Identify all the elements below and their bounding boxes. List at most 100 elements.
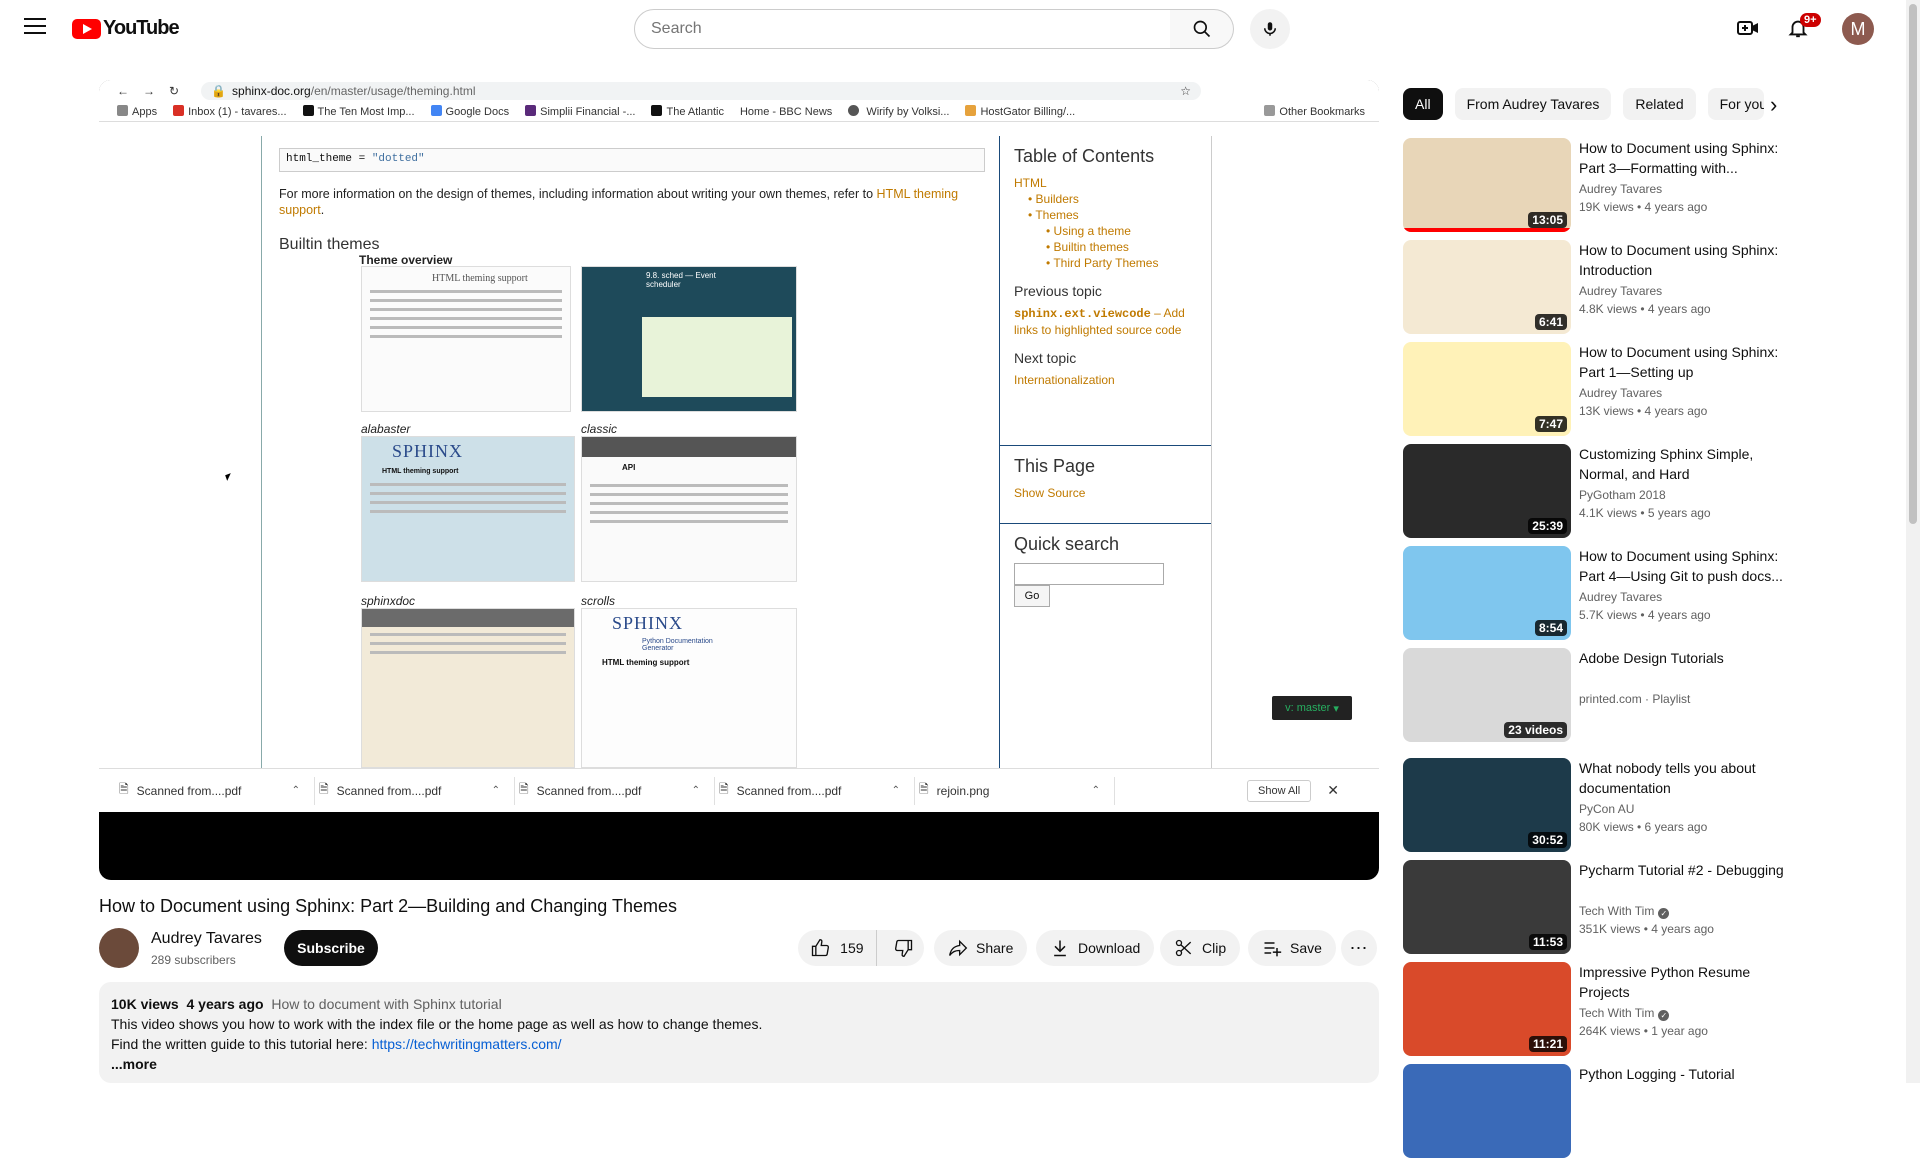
doc-paragraph: For more information on the design of th… <box>279 187 959 217</box>
recommended-video-title[interactable]: How to Document using Sphinx: Part 1—Set… <box>1579 342 1789 382</box>
recommended-video[interactable]: 13:05 How to Document using Sphinx: Part … <box>1403 138 1803 234</box>
search-box[interactable] <box>634 9 1171 49</box>
video-thumbnail[interactable]: 7:47 <box>1403 342 1571 436</box>
recommended-video-title[interactable]: How to Document using Sphinx: Introducti… <box>1579 240 1789 280</box>
like-count: 159 <box>840 940 864 956</box>
share-button[interactable]: Share <box>934 930 1028 966</box>
gmail-icon <box>173 105 185 116</box>
guide-link[interactable]: https://techwritingmatters.com/ <box>372 1036 562 1052</box>
recommended-video[interactable]: 7:47 How to Document using Sphinx: Part 1… <box>1403 342 1803 438</box>
video-thumbnail[interactable]: 23 videos <box>1403 648 1571 742</box>
video-thumbnail[interactable]: 6:41 <box>1403 240 1571 334</box>
recommended-video-title[interactable]: Adobe Design Tutorials <box>1579 648 1789 668</box>
bookmark-favicon-icon <box>525 105 537 116</box>
theme-overview-heading: Theme overview <box>359 253 453 267</box>
toc-item: • Third Party Themes <box>1046 256 1159 270</box>
chevron-right-icon[interactable]: › <box>1770 92 1777 118</box>
youtube-logo[interactable]: YouTube <box>72 17 180 40</box>
more-actions-button[interactable]: ⋯ <box>1341 930 1377 966</box>
chip-all[interactable]: All <box>1403 88 1443 120</box>
bookmarks-bar: Apps Inbox (1) - tavares... The Ten Most… <box>99 102 1379 122</box>
recommended-video-title[interactable]: Customizing Sphinx Simple, Normal, and H… <box>1579 444 1789 484</box>
download-button[interactable]: Download <box>1036 930 1155 966</box>
video-thumbnail[interactable] <box>1403 1064 1571 1158</box>
bookmark-item: Google Docs <box>430 105 509 118</box>
create-button[interactable] <box>1734 14 1762 42</box>
recommended-video[interactable]: 11:53 Pycharm Tutorial #2 - Debugging Tech… <box>1403 860 1803 956</box>
dislike-button[interactable] <box>885 930 924 966</box>
video-thumbnail[interactable]: 25:39 <box>1403 444 1571 538</box>
video-thumbnail[interactable]: 8:54 <box>1403 546 1571 640</box>
downloads-bar: 🗎 Scanned from....pdf ⌃ 🗎 Scanned from....p… <box>99 768 1379 812</box>
recommended-video-channel[interactable]: Audrey Tavares <box>1579 182 1662 196</box>
recommended-video-title[interactable]: Python Logging - Tutorial <box>1579 1064 1789 1084</box>
microphone-icon <box>1264 22 1276 36</box>
channel-avatar[interactable] <box>99 928 139 968</box>
star-icon: ☆ <box>1180 84 1192 98</box>
file-icon: 🗎 <box>919 782 929 796</box>
search-button[interactable] <box>1170 9 1234 49</box>
video-thumbnail[interactable]: 30:52 <box>1403 758 1571 852</box>
recommended-video[interactable]: 8:54 How to Document using Sphinx: Part 4… <box>1403 546 1803 642</box>
menu-icon[interactable] <box>24 18 46 36</box>
bookmark-item: Inbox (1) - tavares... <box>173 105 287 118</box>
recommended-video[interactable]: 6:41 How to Document using Sphinx: Introd… <box>1403 240 1803 336</box>
folder-icon <box>1264 105 1276 116</box>
show-more-button[interactable]: ...more <box>111 1054 1367 1074</box>
account-avatar[interactable]: M <box>1842 13 1874 45</box>
thumbs-up-icon <box>811 938 830 957</box>
more-horizontal-icon: ⋯ <box>1349 937 1369 958</box>
recommended-video-title[interactable]: How to Document using Sphinx: Part 4—Usi… <box>1579 546 1789 586</box>
save-button[interactable]: Save <box>1248 930 1336 966</box>
recommended-video-title[interactable]: What nobody tells you about documentatio… <box>1579 758 1789 798</box>
recommended-video[interactable]: Python Logging - Tutorial <box>1403 1064 1803 1160</box>
scissors-icon <box>1175 939 1192 957</box>
bookmark-item: Other Bookmarks <box>1264 105 1365 118</box>
chip-for-you[interactable]: For you <box>1707 88 1764 120</box>
recommended-video[interactable]: 23 videos Adobe Design Tutorials printed.c… <box>1403 648 1803 744</box>
quick-search-block: Quick search Go <box>1000 524 1211 617</box>
share-label: Share <box>976 940 1014 956</box>
sphinx-doc-page: html_theme = "dotted" For more informati… <box>99 136 1379 768</box>
page-scrollbar[interactable] <box>1906 0 1920 1083</box>
recommended-video-channel[interactable]: Audrey Tavares <box>1579 284 1662 298</box>
recommended-video-channel[interactable]: PyGotham 2018 <box>1579 488 1666 502</box>
chip-from-channel[interactable]: From Audrey Tavares <box>1454 88 1612 120</box>
recommended-video[interactable]: 30:52 What nobody tells you about documen… <box>1403 758 1803 854</box>
notification-badge: 9+ <box>1800 13 1821 27</box>
globe-icon <box>848 105 860 116</box>
recommended-video-channel[interactable]: PyCon AU <box>1579 802 1634 816</box>
recommended-video[interactable]: 11:21 Impressive Python Resume Projects Te… <box>1403 962 1803 1058</box>
like-dislike-group: 159 <box>798 930 924 966</box>
recommended-video-channel[interactable]: Audrey Tavares <box>1579 590 1662 604</box>
recommended-video-channel[interactable]: printed.com · Playlist <box>1579 692 1690 706</box>
description-box[interactable]: 10K views 4 years ago How to document wi… <box>99 982 1379 1083</box>
bookmark-item: HostGator Billing/... <box>965 105 1075 118</box>
search-input[interactable] <box>651 20 1170 38</box>
recommended-video-title[interactable]: Pycharm Tutorial #2 - Debugging <box>1579 860 1789 880</box>
voice-search-button[interactable] <box>1250 9 1290 49</box>
subscribe-button[interactable]: Subscribe <box>284 930 378 966</box>
video-thumbnail[interactable]: 13:05 <box>1403 138 1571 232</box>
like-button[interactable]: 159 <box>798 930 877 966</box>
bookmark-item: Wirify by Volksi... <box>848 105 949 118</box>
recommended-video-title[interactable]: How to Document using Sphinx: Part 3—For… <box>1579 138 1789 178</box>
recommended-video-title[interactable]: Impressive Python Resume Projects <box>1579 962 1789 1002</box>
apps-icon <box>117 105 128 116</box>
scrollbar-thumb[interactable] <box>1909 4 1917 524</box>
video-thumbnail[interactable]: 11:21 <box>1403 962 1571 1056</box>
duration-badge: 8:54 <box>1534 620 1567 636</box>
recommended-video[interactable]: 25:39 Customizing Sphinx Simple, Normal, … <box>1403 444 1803 540</box>
recommended-video-channel[interactable]: Tech With Tim ✓ <box>1579 904 1670 919</box>
video-thumbnail[interactable]: 11:53 <box>1403 860 1571 954</box>
chevron-up-icon: ⌃ <box>291 785 300 796</box>
builtin-themes-heading: Builtin themes <box>279 236 380 253</box>
recommended-video-channel[interactable]: Audrey Tavares <box>1579 386 1662 400</box>
channel-name[interactable]: Audrey Tavares <box>151 930 262 948</box>
recommended-video-stats: 4.1K views • 5 years ago <box>1579 506 1711 520</box>
recommended-video-channel[interactable]: Tech With Tim ✓ <box>1579 1006 1670 1021</box>
bookmark-favicon-icon <box>965 105 977 116</box>
video-player[interactable]: ← → ↻ 🔒 sphinx-doc.org/en/master/usage/t… <box>99 80 1379 880</box>
clip-button[interactable]: Clip <box>1160 930 1241 966</box>
chip-related[interactable]: Related <box>1623 88 1696 120</box>
